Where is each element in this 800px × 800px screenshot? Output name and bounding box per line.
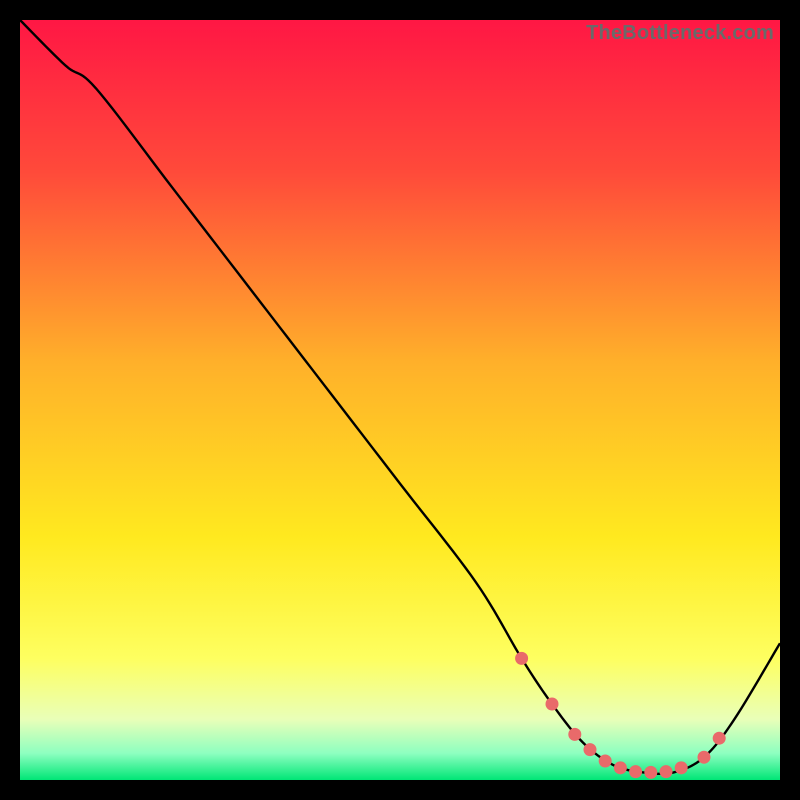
curve-marker [713,732,726,745]
curve-marker [698,751,711,764]
gradient-background [20,20,780,780]
curve-marker [614,761,627,774]
curve-marker [515,652,528,665]
curve-marker [599,755,612,768]
watermark-text: TheBottleneck.com [586,22,774,45]
curve-marker [546,698,559,711]
curve-marker [584,743,597,756]
curve-marker [660,765,673,778]
curve-marker [568,728,581,741]
bottleneck-chart [20,20,780,780]
curve-marker [629,765,642,778]
curve-marker [644,766,657,779]
chart-frame: TheBottleneck.com [20,20,780,780]
curve-marker [675,761,688,774]
